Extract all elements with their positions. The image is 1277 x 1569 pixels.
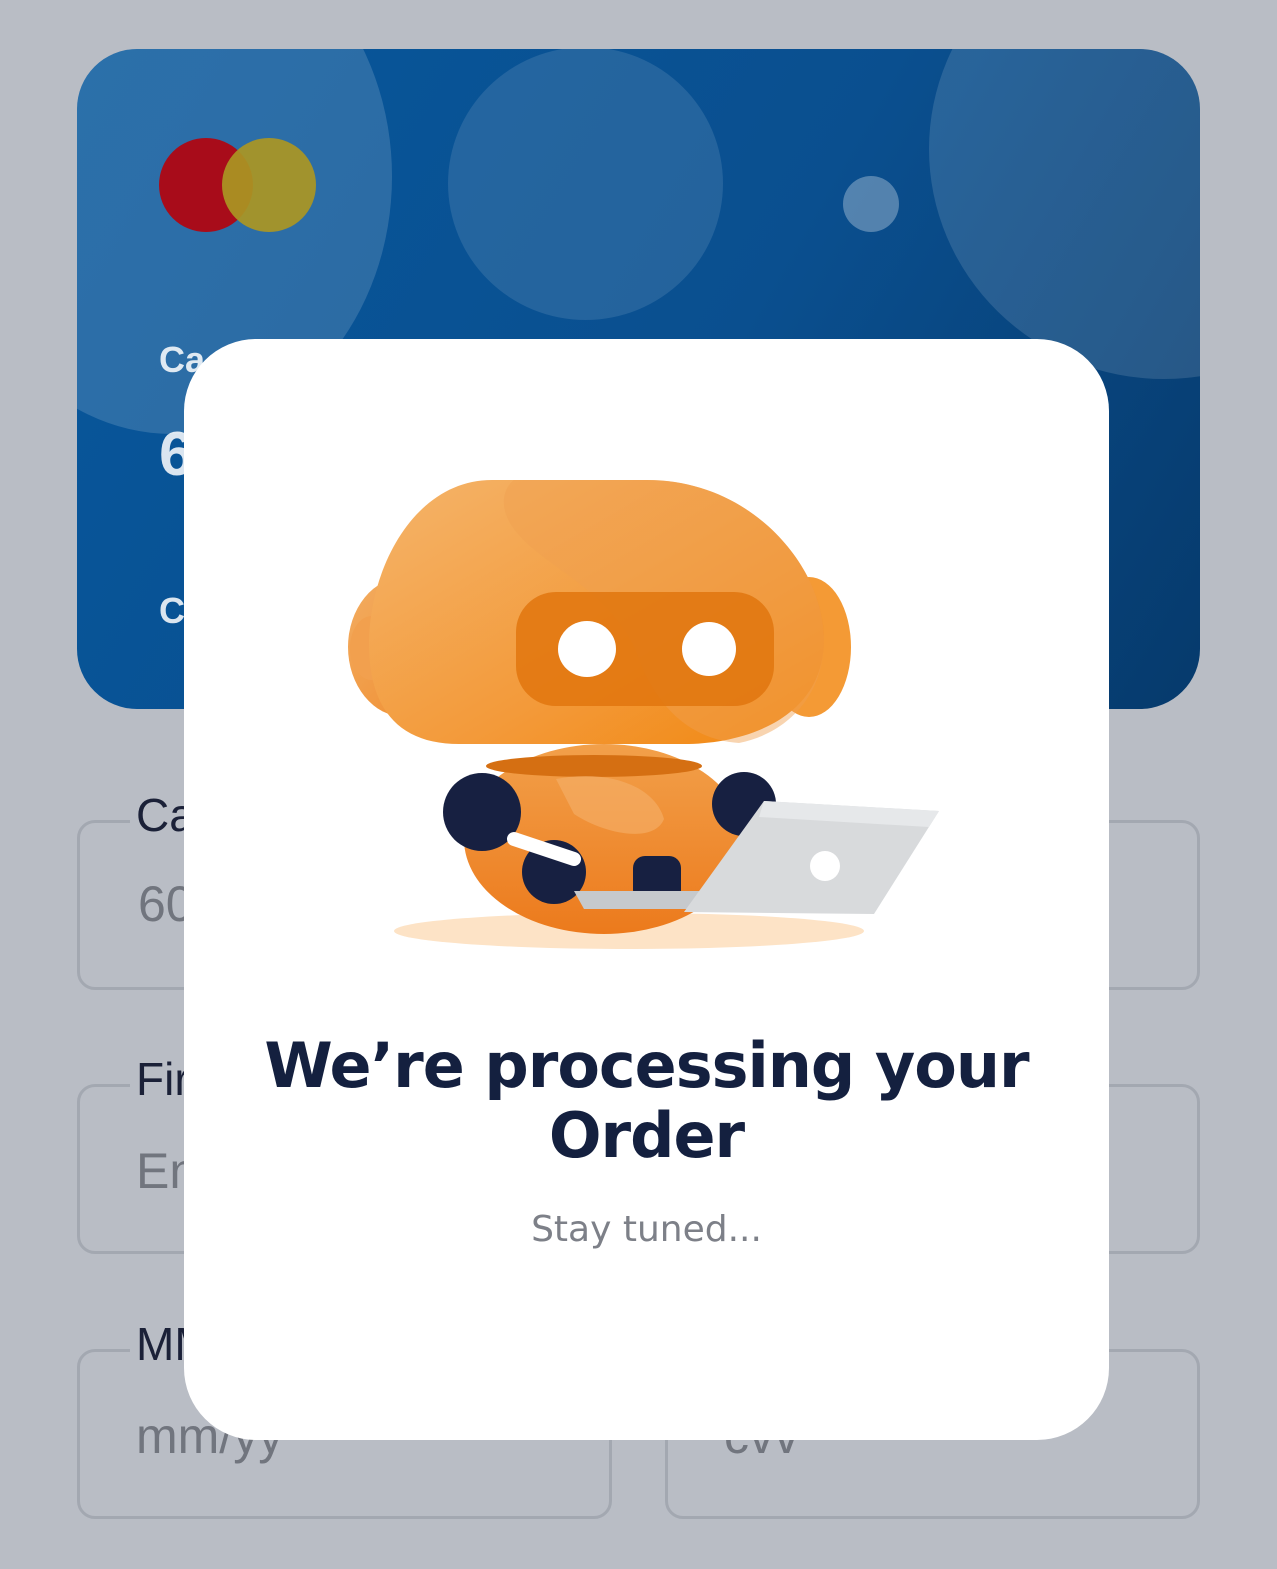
modal-title: We’re processing your Order <box>264 1029 1029 1172</box>
card-decor-circle <box>448 49 723 320</box>
mastercard-logo-icon <box>222 138 316 232</box>
processing-modal: We’re processing your Order Stay tuned..… <box>184 339 1109 1440</box>
card-cvv-label: C <box>159 590 185 631</box>
modal-subtitle: Stay tuned... <box>531 1209 762 1250</box>
card-decor-circle <box>929 49 1200 379</box>
robot-with-laptop-icon <box>348 480 939 949</box>
card-decor-dot <box>843 176 899 232</box>
